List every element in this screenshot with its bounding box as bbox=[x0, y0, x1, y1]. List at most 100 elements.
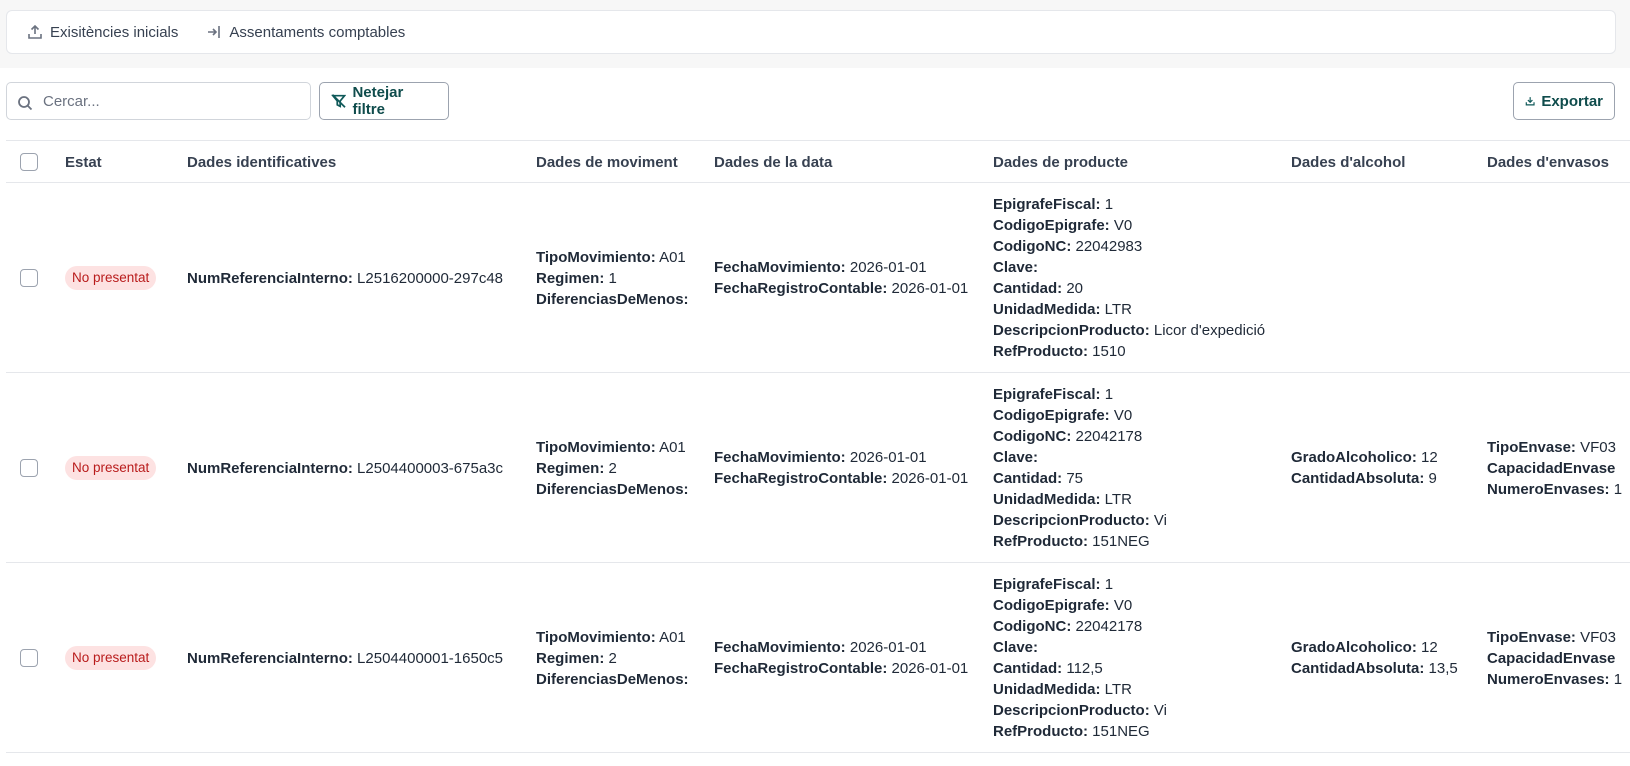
field-key: EpigrafeFiscal: bbox=[993, 196, 1101, 213]
field-value: 1 bbox=[1104, 386, 1114, 403]
field-line: NumReferenciaInterno: L2504400001-1650c5 bbox=[187, 648, 503, 669]
field-key: FechaRegistroContable: bbox=[714, 660, 888, 677]
field-key: DiferenciasDeMenos: bbox=[536, 291, 689, 308]
clear-filter-button[interactable]: Netejar filtre bbox=[319, 82, 449, 120]
initial-stock-button[interactable]: Exisitències inicials bbox=[27, 24, 178, 41]
status-badge: No presentat bbox=[65, 646, 157, 670]
field-line: FechaRegistroContable: 2026-01-01 bbox=[714, 468, 968, 489]
cell-packaging: TipoEnvase: VF03 CapacidadEnvase NumeroEn… bbox=[1487, 627, 1622, 690]
row-checkbox[interactable] bbox=[20, 459, 38, 477]
field-value: V0 bbox=[1113, 217, 1133, 234]
field-line: TipoMovimiento: A01 bbox=[536, 627, 689, 648]
field-key: TipoMovimiento: bbox=[536, 629, 656, 646]
field-value: 22042178 bbox=[1075, 428, 1143, 445]
field-value: VF03 bbox=[1580, 439, 1616, 456]
field-line: CodigoEpigrafe: V0 bbox=[993, 595, 1167, 616]
cell-date: FechaMovimiento: 2026-01-01 FechaRegistro… bbox=[714, 447, 968, 489]
row-checkbox[interactable] bbox=[20, 269, 38, 287]
field-key: Cantidad: bbox=[993, 660, 1063, 677]
field-line: NumeroEnvases: 1 bbox=[1487, 479, 1622, 500]
field-key: NumeroEnvases: bbox=[1487, 671, 1610, 688]
field-line: DescripcionProducto: Vi bbox=[993, 700, 1167, 721]
cell-product: EpigrafeFiscal: 1 CodigoEpigrafe: V0 Codig… bbox=[993, 384, 1167, 552]
field-key: NumReferenciaInterno: bbox=[187, 270, 353, 287]
field-key: DiferenciasDeMenos: bbox=[536, 481, 689, 498]
main-panel: Netejar filtre Exportar Estat Dades iden… bbox=[0, 68, 1630, 766]
field-line: CodigoEpigrafe: V0 bbox=[993, 405, 1167, 426]
search-input[interactable] bbox=[43, 92, 283, 110]
field-line: CapacidadEnvase bbox=[1487, 648, 1622, 669]
column-header-alcohol[interactable]: Dades d'alcohol bbox=[1291, 154, 1405, 171]
field-value: 2026-01-01 bbox=[891, 280, 969, 297]
clear-filter-label: Netejar filtre bbox=[352, 84, 404, 118]
field-line: CodigoNC: 22042983 bbox=[993, 236, 1265, 257]
cell-product: EpigrafeFiscal: 1 CodigoEpigrafe: V0 Codig… bbox=[993, 194, 1265, 362]
accounting-entries-label: Assentaments comptables bbox=[229, 23, 406, 41]
field-key: Regimen: bbox=[536, 650, 605, 667]
field-line: FechaRegistroContable: 2026-01-01 bbox=[714, 658, 968, 679]
accounting-entries-button[interactable]: Assentaments comptables bbox=[206, 24, 405, 41]
field-value: 12 bbox=[1421, 639, 1438, 656]
field-key: FechaMovimiento: bbox=[714, 449, 846, 466]
column-header-packaging[interactable]: Dades d'envasos bbox=[1487, 154, 1609, 171]
field-key: CodigoEpigrafe: bbox=[993, 217, 1110, 234]
table-header: Estat Dades identificatives Dades de mov… bbox=[6, 140, 1630, 183]
field-key: CantidadAbsoluta: bbox=[1291, 470, 1425, 487]
field-line: CodigoEpigrafe: V0 bbox=[993, 215, 1265, 236]
field-value: 1 bbox=[1613, 481, 1623, 498]
field-key: Regimen: bbox=[536, 460, 605, 477]
column-header-identification[interactable]: Dades identificatives bbox=[187, 154, 336, 171]
field-line: RefProducto: 1510 bbox=[993, 341, 1265, 362]
field-value: 151NEG bbox=[1092, 723, 1150, 740]
field-line: NumeroEnvases: 1 bbox=[1487, 669, 1622, 690]
export-button[interactable]: Exportar bbox=[1513, 82, 1615, 120]
cell-identification: NumReferenciaInterno: L2504400001-1650c5 bbox=[187, 648, 503, 669]
field-key: CodigoNC: bbox=[993, 428, 1072, 445]
status-badge: No presentat bbox=[65, 266, 157, 290]
field-key: NumReferenciaInterno: bbox=[187, 650, 353, 667]
field-value: A01 bbox=[659, 249, 686, 266]
field-line: GradoAlcoholico: 12 bbox=[1291, 447, 1438, 468]
field-value: 22042178 bbox=[1075, 618, 1143, 635]
field-key: Regimen: bbox=[536, 270, 605, 287]
column-header-date[interactable]: Dades de la data bbox=[714, 154, 832, 171]
field-line: TipoEnvase: VF03 bbox=[1487, 627, 1622, 648]
field-line: TipoMovimiento: A01 bbox=[536, 437, 689, 458]
field-line: EpigrafeFiscal: 1 bbox=[993, 194, 1265, 215]
table-row[interactable]: No presentat NumReferenciaInterno: L25162… bbox=[6, 183, 1630, 373]
field-line: UnidadMedida: LTR bbox=[993, 489, 1167, 510]
field-line: Regimen: 1 bbox=[536, 268, 689, 289]
field-key: GradoAlcoholico: bbox=[1291, 639, 1417, 656]
table-body: No presentat NumReferenciaInterno: L25162… bbox=[6, 183, 1630, 753]
field-key: RefProducto: bbox=[993, 533, 1088, 550]
table-row[interactable]: No presentat NumReferenciaInterno: L25044… bbox=[6, 563, 1630, 753]
field-line: DescripcionProducto: Licor d'expedició bbox=[993, 320, 1265, 341]
column-header-product[interactable]: Dades de producte bbox=[993, 154, 1128, 171]
records-table: Estat Dades identificatives Dades de mov… bbox=[6, 140, 1630, 753]
field-value: 2026-01-01 bbox=[849, 639, 927, 656]
field-line: GradoAlcoholico: 12 bbox=[1291, 637, 1458, 658]
select-all-checkbox[interactable] bbox=[20, 153, 38, 171]
field-value: 112,5 bbox=[1066, 660, 1103, 677]
field-key: NumReferenciaInterno: bbox=[187, 460, 353, 477]
field-key: CodigoNC: bbox=[993, 618, 1072, 635]
field-key: FechaRegistroContable: bbox=[714, 280, 888, 297]
cell-movement: TipoMovimiento: A01 Regimen: 2 Diferencias… bbox=[536, 627, 689, 690]
field-key: NumeroEnvases: bbox=[1487, 481, 1610, 498]
field-line: UnidadMedida: LTR bbox=[993, 299, 1265, 320]
column-header-movement[interactable]: Dades de moviment bbox=[536, 154, 678, 171]
field-key: UnidadMedida: bbox=[993, 491, 1101, 508]
field-value: 9 bbox=[1428, 470, 1437, 487]
table-row[interactable]: No presentat NumReferenciaInterno: L25044… bbox=[6, 373, 1630, 563]
field-value: 2026-01-01 bbox=[849, 449, 927, 466]
column-header-status[interactable]: Estat bbox=[65, 154, 102, 171]
field-key: UnidadMedida: bbox=[993, 301, 1101, 318]
field-value: LTR bbox=[1104, 491, 1132, 508]
login-arrow-icon bbox=[208, 26, 221, 38]
row-checkbox[interactable] bbox=[20, 649, 38, 667]
search-box[interactable] bbox=[6, 82, 311, 120]
field-line: FechaMovimiento: 2026-01-01 bbox=[714, 637, 968, 658]
initial-stock-label: Exisitències inicials bbox=[50, 23, 179, 41]
field-key: DiferenciasDeMenos: bbox=[536, 671, 689, 688]
field-value: Vi bbox=[1153, 512, 1167, 529]
